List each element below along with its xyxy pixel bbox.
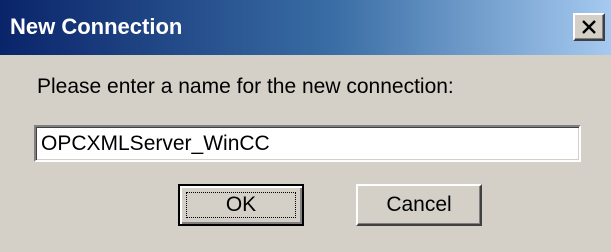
cancel-button-label: Cancel — [386, 193, 452, 216]
new-connection-dialog: New Connection Please enter a name for t… — [0, 0, 611, 252]
ok-button[interactable]: OK — [178, 184, 304, 226]
prompt-label: Please enter a name for the new connecti… — [37, 75, 454, 98]
cancel-button[interactable]: Cancel — [356, 184, 482, 226]
close-icon — [581, 20, 597, 34]
window-title: New Connection — [10, 14, 183, 39]
ok-button-label: OK — [225, 193, 257, 216]
connection-name-input[interactable] — [34, 125, 581, 162]
title-bar[interactable]: New Connection — [0, 0, 611, 55]
close-button[interactable] — [573, 13, 605, 41]
